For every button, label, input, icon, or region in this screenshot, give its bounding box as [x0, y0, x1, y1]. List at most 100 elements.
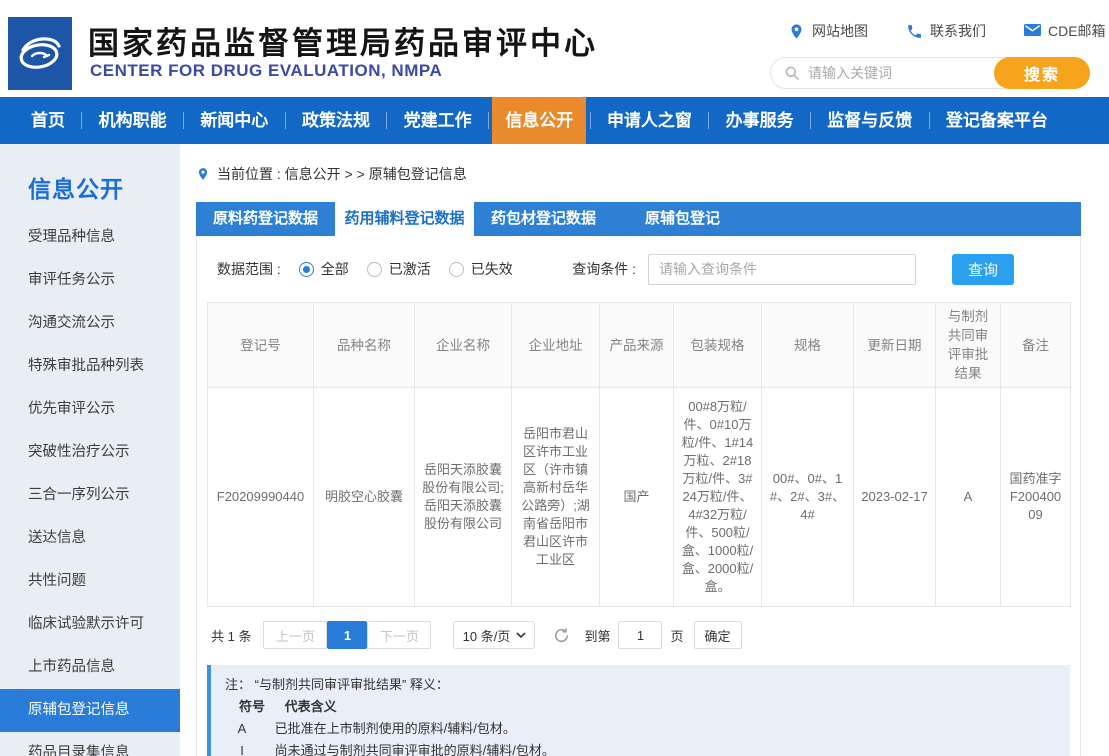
nav-separator	[183, 112, 184, 129]
nav-item-applicant-window[interactable]: 申请人之窗	[594, 97, 705, 144]
mailbox-link[interactable]: CDE邮箱	[1024, 21, 1106, 41]
cell-company-name: 岳阳天添胶囊股份有限公司;岳阳天添胶囊股份有限公司	[415, 388, 512, 607]
envelope-icon	[1024, 23, 1041, 40]
radio-icon	[367, 262, 382, 277]
pagination: 共 1 条 上一页 1 下一页 10 条/页 到第 页 确定	[211, 621, 1070, 649]
col-header-spec: 规格	[762, 303, 854, 388]
cell-update-date: 2023-02-17	[854, 388, 936, 607]
chevron-down-icon	[516, 632, 526, 639]
col-header-joint-review-result: 与制剂共同审评审批结果	[936, 303, 1001, 388]
note-col-meaning: 代表含义	[285, 699, 337, 714]
confirm-button[interactable]: 确定	[694, 621, 742, 649]
nav-separator	[590, 112, 591, 129]
breadcrumb-text: 当前位置 : 信息公开 > > 原辅包登记信息	[217, 164, 467, 184]
page: 国家药品监督管理局药品审评中心 CENTER FOR DRUG EVALUATI…	[0, 0, 1109, 756]
sidebar-item-clinical-trial-implied-license[interactable]: 临床试验默示许可	[0, 603, 180, 646]
page-size-select[interactable]: 10 条/页	[453, 621, 535, 649]
search-icon	[784, 65, 800, 81]
note-box: 注： “与制剂共同审评审批结果” 释义： 符号 代表含义 A 已批准在上市制剂使…	[207, 665, 1070, 756]
search-button[interactable]: 搜索	[994, 57, 1090, 89]
radio-label-activated: 已激活	[389, 259, 431, 279]
main-nav: 首页 机构职能 新闻中心 政策法规 党建工作 信息公开 申请人之窗 办事服务 监…	[0, 97, 1109, 144]
nav-item-home[interactable]: 首页	[18, 97, 78, 144]
note-title: 注： “与制剂共同审评审批结果” 释义：	[225, 674, 1056, 696]
tab-raw-excipient-packaging-registration[interactable]: 原辅包登记	[613, 202, 752, 236]
col-header-registration-no: 登记号	[208, 303, 314, 388]
page-1-button[interactable]: 1	[327, 621, 367, 649]
nav-separator	[810, 112, 811, 129]
filter-row: 数据范围 : 全部 已激活 已失效 查询条件 : 查询	[207, 236, 1070, 302]
sidebar-item-accepted-products[interactable]: 受理品种信息	[0, 216, 180, 259]
search-input[interactable]	[800, 65, 994, 81]
note-symbol: A	[225, 718, 259, 740]
col-header-company-address: 企业地址	[512, 303, 600, 388]
total-count: 共 1 条	[211, 626, 251, 645]
sidebar-item-marketed-drug-info[interactable]: 上市药品信息	[0, 646, 180, 689]
radio-option-expired[interactable]: 已失效	[449, 259, 513, 279]
quick-links: 网站地图 联系我们 CDE邮箱	[788, 21, 1106, 41]
nav-item-functions[interactable]: 机构职能	[86, 97, 180, 144]
note-header: 符号 代表含义	[225, 696, 1056, 718]
nav-item-information-disclosure[interactable]: 信息公开	[492, 97, 586, 144]
nav-item-supervision-feedback[interactable]: 监督与反馈	[814, 97, 925, 144]
query-button[interactable]: 查询	[952, 254, 1014, 285]
sidebar-item-raw-excipient-packaging-registration[interactable]: 原辅包登记信息	[0, 689, 180, 732]
tab-packaging-registration-data[interactable]: 药包材登记数据	[474, 202, 613, 236]
radio-option-all[interactable]: 全部	[299, 259, 349, 279]
table-header-row: 登记号 品种名称 企业名称 企业地址 产品来源 包装规格 规格 更新日期 与制剂…	[208, 303, 1071, 388]
breadcrumb: 当前位置 : 信息公开 > > 原辅包登记信息	[196, 164, 467, 184]
radio-icon	[449, 262, 464, 277]
nav-item-party-building[interactable]: 党建工作	[391, 97, 485, 144]
goto-page-input[interactable]	[618, 621, 662, 649]
sidebar-item-three-in-one-sequence[interactable]: 三合一序列公示	[0, 474, 180, 517]
nav-separator	[708, 112, 709, 129]
note-meaning: 尚未通过与制剂共同审评审批的原料/辅料/包材。	[275, 743, 555, 756]
query-input[interactable]	[648, 254, 916, 285]
radio-label-all: 全部	[321, 259, 349, 279]
sitemap-link[interactable]: 网站地图	[788, 21, 868, 41]
content-panel: 数据范围 : 全部 已激活 已失效 查询条件 : 查询	[196, 236, 1081, 756]
note-row-a: A 已批准在上市制剂使用的原料/辅料/包材。	[225, 718, 1056, 740]
sidebar-item-review-tasks[interactable]: 审评任务公示	[0, 259, 180, 302]
site-subtitle: CENTER FOR DRUG EVALUATION, NMPA	[90, 61, 442, 81]
note-col-symbol: 符号	[235, 696, 269, 718]
scope-label: 数据范围 :	[217, 259, 281, 279]
page-size-value: 10 条/页	[463, 626, 511, 645]
nav-item-news[interactable]: 新闻中心	[187, 97, 281, 144]
cell-packaging-spec: 00#8万粒/件、0#10万粒/件、1#14万粒、2#18万粒/件、3#24万粒…	[674, 388, 762, 607]
nav-separator	[488, 112, 489, 129]
radio-selected-icon	[299, 262, 314, 277]
location-pin-icon	[788, 23, 805, 40]
nav-item-policies[interactable]: 政策法规	[289, 97, 383, 144]
radio-option-activated[interactable]: 已激活	[367, 259, 431, 279]
nav-item-services[interactable]: 办事服务	[713, 97, 807, 144]
tab-api-registration-data[interactable]: 原料药登记数据	[196, 202, 335, 236]
query-label: 查询条件 :	[572, 259, 636, 279]
sidebar-title: 信息公开	[28, 170, 180, 204]
contact-link[interactable]: 联系我们	[906, 21, 986, 41]
sidebar-item-communication[interactable]: 沟通交流公示	[0, 302, 180, 345]
refresh-icon[interactable]	[553, 627, 570, 644]
search-bar: 搜索	[770, 57, 1090, 89]
sidebar-item-breakthrough-therapy[interactable]: 突破性治疗公示	[0, 431, 180, 474]
cell-company-address: 岳阳市君山区许市工业区（许市镇高新村岳华公路旁）;湖南省岳阳市君山区许市工业区	[512, 388, 600, 607]
sidebar-item-special-approval-list[interactable]: 特殊审批品种列表	[0, 345, 180, 388]
sidebar: 信息公开 受理品种信息 审评任务公示 沟通交流公示 特殊审批品种列表 优先审评公…	[0, 144, 180, 756]
prev-page-button[interactable]: 上一页	[263, 621, 327, 649]
note-meaning: 已批准在上市制剂使用的原料/辅料/包材。	[275, 721, 516, 736]
tab-bar: 原料药登记数据 药用辅料登记数据 药包材登记数据 原辅包登记	[196, 202, 1081, 236]
col-header-remarks: 备注	[1001, 303, 1071, 388]
main-content: 当前位置 : 信息公开 > > 原辅包登记信息 原料药登记数据 药用辅料登记数据…	[180, 144, 1109, 756]
sidebar-item-priority-review[interactable]: 优先审评公示	[0, 388, 180, 431]
nav-item-registration-platform[interactable]: 登记备案平台	[933, 97, 1061, 144]
next-page-button[interactable]: 下一页	[367, 621, 431, 649]
goto-suffix: 页	[670, 626, 683, 645]
table-row: F20209990440 明胶空心胶囊 岳阳天添胶囊股份有限公司;岳阳天添胶囊股…	[208, 388, 1071, 607]
sidebar-item-delivery-info[interactable]: 送达信息	[0, 517, 180, 560]
cell-product-origin: 国产	[600, 388, 674, 607]
sidebar-item-common-issues[interactable]: 共性问题	[0, 560, 180, 603]
sidebar-item-drug-catalog-info[interactable]: 药品目录集信息	[0, 732, 180, 756]
radio-label-expired: 已失效	[471, 259, 513, 279]
tab-excipient-registration-data[interactable]: 药用辅料登记数据	[335, 202, 474, 236]
phone-icon	[906, 23, 923, 40]
